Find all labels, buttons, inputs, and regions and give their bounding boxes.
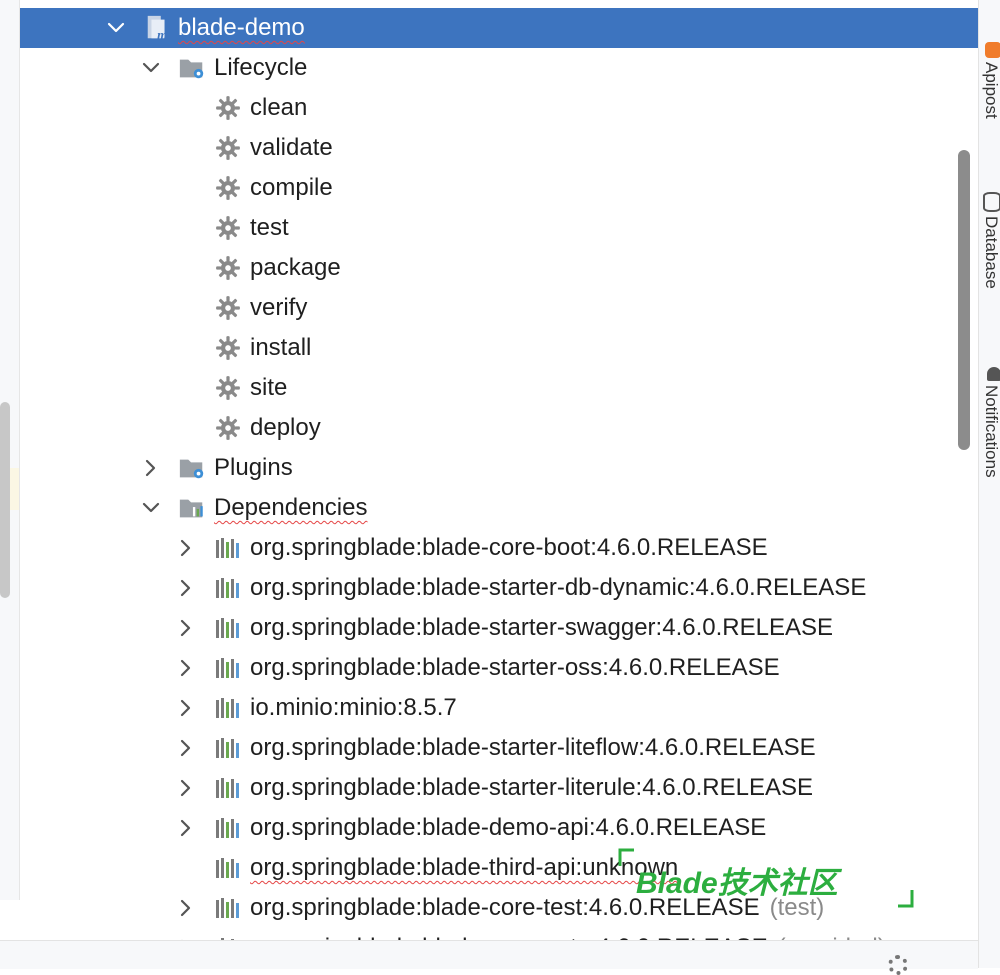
dependency-row[interactable]: org.springblade:blade-starter-literule:4… [20,768,978,808]
tab-database-label: Database [982,216,1000,289]
gear-icon [214,94,242,122]
lifecycle-item[interactable]: validate [20,128,978,168]
lifecycle-folder-icon [178,54,206,82]
dependency-label: org.springblade:blade-starter-swagger:4.… [250,614,833,641]
chevron-right-icon[interactable] [176,898,196,918]
lifecycle-item-label: validate [250,134,333,161]
dependency-label: org.springblade:blade-starter-literule:4… [250,774,813,801]
chevron-right-icon[interactable] [141,458,161,478]
dependency-label: org.springblade:blade-starter-liteflow:4… [250,734,816,761]
lifecycle-item-label: deploy [250,414,321,441]
chevron-right-icon[interactable] [176,778,196,798]
tab-database[interactable]: Database [979,190,1000,289]
lifecycle-item[interactable]: clean [20,88,978,128]
library-icon [214,534,242,562]
database-icon [983,192,1000,212]
chevron-right-icon[interactable] [176,618,196,638]
gear-icon [214,254,242,282]
gear-icon [214,334,242,362]
chevron-down-icon[interactable] [141,58,161,78]
dependency-label: org.springblade:blade-starter-oss:4.6.0.… [250,654,780,681]
maven-module-icon: m [144,14,172,42]
library-icon [214,774,242,802]
library-icon [214,694,242,722]
library-icon [214,614,242,642]
lifecycle-item-label: site [250,374,288,401]
tab-notifications-label: Notifications [982,385,1000,478]
chevron-right-icon[interactable] [176,698,196,718]
dependency-row[interactable]: org.springblade:blade-starter-swagger:4.… [20,608,978,648]
dependencies-folder-icon [178,494,206,522]
gear-icon [214,134,242,162]
dependency-row[interactable]: org.springblade:blade-core-auto:4.6.0.RE… [20,928,978,940]
lifecycle-item[interactable]: deploy [20,408,978,448]
gear-icon [214,374,242,402]
watermark-text: Blade技术社区 [636,867,838,900]
gear-icon [214,214,242,242]
library-icon [214,814,242,842]
gear-icon [214,414,242,442]
dependency-row[interactable]: org.springblade:blade-demo-api:4.6.0.REL… [20,808,978,848]
chevron-down-icon[interactable] [106,18,126,38]
chevron-right-icon[interactable] [176,738,196,758]
lifecycle-item-label: package [250,254,341,281]
lifecycle-item-label: clean [250,94,308,121]
tab-apipost-label: Apipost [982,62,1000,119]
chevron-right-icon[interactable] [176,538,196,558]
gear-icon [214,174,242,202]
tab-notifications[interactable]: Notifications [979,365,1000,478]
plugins-folder-icon [178,454,206,482]
library-icon [214,654,242,682]
watermark: Blade技术社区 [618,848,914,910]
library-icon [214,854,242,882]
chevron-down-icon[interactable] [141,498,161,518]
left-scrollbar[interactable] [0,402,10,598]
dependency-row[interactable]: org.springblade:blade-starter-liteflow:4… [20,728,978,768]
dependency-label-group: org.springblade:blade-core-auto:4.6.0.RE… [250,928,886,940]
lifecycle-item[interactable]: site [20,368,978,408]
settings-icon[interactable] [888,955,908,975]
dependency-label: org.springblade:blade-third-api:unknown [250,854,679,881]
root-label: blade-demo [178,14,305,41]
plugins-label: Plugins [214,454,293,481]
lifecycle-label: Lifecycle [214,54,308,81]
lifecycle-item[interactable]: verify [20,288,978,328]
dependency-row[interactable]: org.springblade:blade-core-boot:4.6.0.RE… [20,528,978,568]
right-tool-strip: Apipost Database Notifications [978,0,1000,968]
dependencies-label: Dependencies [214,494,368,521]
svg-text:m: m [157,27,167,42]
dependency-label: org.springblade:blade-starter-db-dynamic… [250,574,867,601]
chevron-right-icon[interactable] [176,818,196,838]
dependency-row[interactable]: io.minio:minio:8.5.7 [20,688,978,728]
dependency-row[interactable]: org.springblade:blade-starter-oss:4.6.0.… [20,648,978,688]
lifecycle-item-label: install [250,334,312,361]
lifecycle-item[interactable]: test [20,208,978,248]
maven-tree-panel: m blade-demo Lifecycle clean validate compile… [20,0,978,940]
dependency-label: io.minio:minio:8.5.7 [250,694,457,721]
lifecycle-item-label: compile [250,174,333,201]
chevron-right-icon[interactable] [176,658,196,678]
tree-row-dependencies[interactable]: Dependencies [20,488,978,528]
bottom-toolbar [0,940,978,975]
library-icon [214,574,242,602]
lifecycle-item-label: verify [250,294,308,321]
lifecycle-item[interactable]: package [20,248,978,288]
chevron-right-icon[interactable] [176,578,196,598]
tree-row-lifecycle[interactable]: Lifecycle [20,48,978,88]
apipost-icon [985,42,1000,58]
lifecycle-item-label: test [250,214,289,241]
bell-icon [987,367,1000,381]
lifecycle-item[interactable]: install [20,328,978,368]
gear-icon [214,294,242,322]
dependency-label: org.springblade:blade-demo-api:4.6.0.REL… [250,814,767,841]
tree-scrollbar[interactable] [958,150,970,450]
tree-row-root[interactable]: m blade-demo [20,8,978,48]
library-icon [214,894,242,922]
tree-row-plugins[interactable]: Plugins [20,448,978,488]
lifecycle-item[interactable]: compile [20,168,978,208]
dependency-row[interactable]: org.springblade:blade-starter-db-dynamic… [20,568,978,608]
library-icon [214,734,242,762]
tab-apipost[interactable]: Apipost [979,40,1000,119]
dependency-label: org.springblade:blade-core-boot:4.6.0.RE… [250,534,768,561]
